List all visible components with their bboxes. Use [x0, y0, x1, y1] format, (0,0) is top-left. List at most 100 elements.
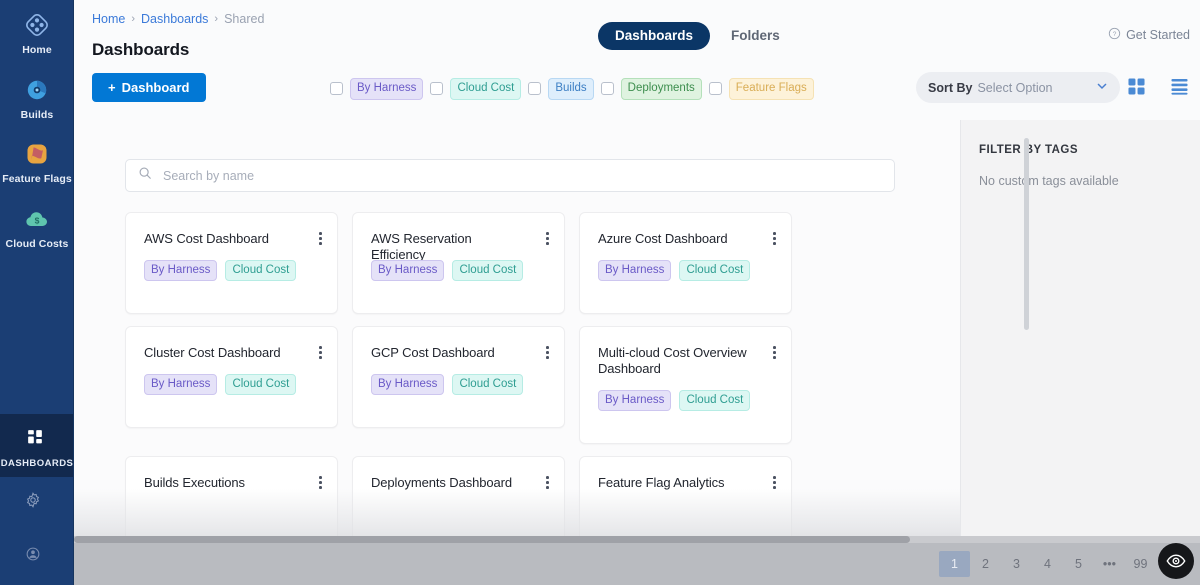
tag-chip-builds[interactable]: Builds	[548, 78, 593, 100]
dashboard-card-title: Deployments Dashboard	[371, 475, 548, 491]
page-title: Dashboards	[92, 40, 189, 60]
sidebar-item-settings[interactable]	[0, 477, 74, 531]
dashboard-card-title: AWS Reservation Efficiency	[371, 231, 548, 263]
card-menu-icon[interactable]	[317, 344, 324, 361]
card-menu-icon[interactable]	[317, 230, 324, 247]
list-view-icon[interactable]	[1171, 78, 1188, 100]
card-menu-icon[interactable]	[544, 344, 551, 361]
card-menu-icon[interactable]	[317, 474, 324, 491]
card-tag-by-harness: By Harness	[144, 374, 217, 396]
dashboard-card-title: Feature Flag Analytics	[598, 475, 775, 491]
main-region: Home › Dashboards › Shared Dashboards Da…	[74, 0, 1200, 585]
dashboard-card-title: Builds Executions	[144, 475, 321, 491]
sidebar-item-label-builds: Builds	[21, 110, 54, 121]
dashboard-card[interactable]: Multi-cloud Cost Overview Dashboard By H…	[579, 326, 792, 444]
sidebar-item-label-dashboards: DASHBOARDS	[1, 459, 74, 469]
checkbox-builds[interactable]	[528, 82, 541, 95]
card-tag-cloud-cost: Cloud Cost	[225, 374, 296, 396]
horizontal-scrollbar-thumb[interactable]	[74, 536, 910, 543]
page-1[interactable]: 1	[939, 551, 970, 577]
page-5[interactable]: 5	[1063, 551, 1094, 577]
dashboard-card[interactable]: AWS Reservation Efficiency By Harness Cl…	[352, 212, 565, 314]
checkbox-feature-flags[interactable]	[709, 82, 722, 95]
pagination: 1 2 3 4 5 ••• 99	[939, 543, 1180, 585]
card-tag-cloud-cost: Cloud Cost	[225, 260, 296, 282]
card-menu-icon[interactable]	[544, 230, 551, 247]
tag-filter-by-harness: By Harness	[330, 78, 423, 100]
tag-filter-cloud-cost: Cloud Cost	[430, 78, 521, 100]
horizontal-scrollbar[interactable]	[74, 536, 1200, 543]
search-icon	[138, 166, 152, 185]
sidebar-item-account[interactable]	[0, 531, 74, 585]
card-tag-cloud-cost: Cloud Cost	[679, 260, 750, 282]
sidebar-edge	[73, 0, 74, 585]
user-avatar-icon	[23, 544, 51, 572]
add-dashboard-button[interactable]: + Dashboard	[92, 73, 206, 102]
svg-text:$: $	[35, 215, 40, 225]
checkbox-by-harness[interactable]	[330, 82, 343, 95]
app-root: Home Builds Feature Flags	[0, 0, 1200, 585]
page-3[interactable]: 3	[1001, 551, 1032, 577]
breadcrumb: Home › Dashboards › Shared	[92, 12, 264, 26]
card-menu-icon[interactable]	[544, 474, 551, 491]
sidebar-item-label-cloud-costs: Cloud Costs	[6, 239, 69, 250]
page-4[interactable]: 4	[1032, 551, 1063, 577]
card-tag-list: By Harness Cloud Cost	[144, 374, 296, 396]
sidebar-item-builds[interactable]: Builds	[0, 65, 74, 130]
card-tag-by-harness: By Harness	[371, 260, 444, 282]
top-bar: Home › Dashboards › Shared Dashboards Da…	[74, 0, 1200, 68]
get-started-link[interactable]: ? Get Started	[1108, 27, 1190, 43]
sort-by-select[interactable]: Sort By Select Option	[916, 72, 1120, 103]
tag-filter-deployments: Deployments	[601, 78, 702, 100]
card-tag-cloud-cost: Cloud Cost	[452, 374, 523, 396]
sidebar-bottom-group	[0, 477, 74, 585]
search-bar[interactable]	[125, 159, 895, 192]
tag-filter-feature-flags: Feature Flags	[709, 78, 814, 100]
checkbox-cloud-cost[interactable]	[430, 82, 443, 95]
card-tag-list: By Harness Cloud Cost	[144, 260, 296, 282]
breadcrumb-home[interactable]: Home	[92, 12, 125, 26]
card-tag-list: By Harness Cloud Cost	[371, 260, 523, 282]
grid-view-icon[interactable]	[1128, 78, 1145, 100]
card-menu-icon[interactable]	[771, 230, 778, 247]
sidebar-item-home[interactable]: Home	[0, 0, 74, 65]
card-tag-list: By Harness Cloud Cost	[598, 260, 750, 282]
tag-chip-deployments[interactable]: Deployments	[621, 78, 702, 100]
builds-icon	[23, 76, 51, 104]
dashboard-card[interactable]: GCP Cost Dashboard By Harness Cloud Cost	[352, 326, 565, 428]
view-tabs: Dashboards Folders	[598, 22, 797, 50]
sidebar-item-dashboards[interactable]: DASHBOARDS	[0, 414, 74, 478]
checkbox-deployments[interactable]	[601, 82, 614, 95]
card-tag-cloud-cost: Cloud Cost	[452, 260, 523, 282]
tag-chip-by-harness[interactable]: By Harness	[350, 78, 423, 100]
page-99[interactable]: 99	[1125, 551, 1156, 577]
breadcrumb-separator-2: ›	[214, 13, 218, 25]
filter-by-tags-heading: FILTER BY TAGS	[979, 144, 1200, 156]
tab-dashboards[interactable]: Dashboards	[598, 22, 710, 50]
eye-icon[interactable]	[1158, 543, 1194, 579]
vertical-scrollbar[interactable]	[1024, 138, 1029, 330]
page-2[interactable]: 2	[970, 551, 1001, 577]
pagination-bar: 1 2 3 4 5 ••• 99	[74, 543, 1200, 585]
card-tag-cloud-cost: Cloud Cost	[679, 390, 750, 412]
help-circle-icon: ?	[1108, 27, 1121, 43]
dashboard-card[interactable]: Cluster Cost Dashboard By Harness Cloud …	[125, 326, 338, 428]
sidebar-item-feature-flags[interactable]: Feature Flags	[0, 129, 74, 194]
dashboards-grid-icon	[23, 425, 51, 453]
tag-chip-feature-flags[interactable]: Feature Flags	[729, 78, 814, 100]
feature-flags-icon	[23, 140, 51, 168]
sort-by-value: Select Option	[977, 81, 1052, 95]
tab-folders[interactable]: Folders	[714, 22, 797, 50]
cloud-costs-icon: $	[23, 205, 51, 233]
card-menu-icon[interactable]	[771, 344, 778, 361]
filter-by-tags-panel: FILTER BY TAGS No custom tags available	[960, 120, 1200, 585]
card-menu-icon[interactable]	[771, 474, 778, 491]
sidebar-item-cloud-costs[interactable]: $ Cloud Costs	[0, 194, 74, 259]
search-input[interactable]	[161, 168, 882, 184]
add-dashboard-label: Dashboard	[122, 80, 190, 95]
dashboard-card[interactable]: AWS Cost Dashboard By Harness Cloud Cost	[125, 212, 338, 314]
tag-chip-cloud-cost[interactable]: Cloud Cost	[450, 78, 521, 100]
breadcrumb-current: Shared	[224, 12, 264, 26]
breadcrumb-dashboards[interactable]: Dashboards	[141, 12, 208, 26]
dashboard-card[interactable]: Azure Cost Dashboard By Harness Cloud Co…	[579, 212, 792, 314]
